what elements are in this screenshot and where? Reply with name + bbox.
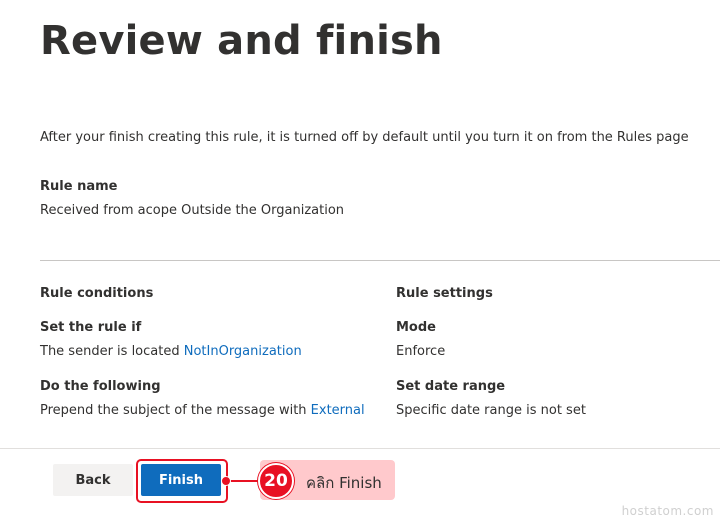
rule-name-value: Received from acope Outside the Organiza… [40, 203, 345, 218]
watermark: hostatom.com [621, 504, 714, 518]
back-button[interactable]: Back [53, 464, 133, 496]
rule-name-label: Rule name [40, 179, 118, 194]
set-rule-if-value: The sender is located NotInOrganization [40, 344, 302, 359]
rule-conditions-heading: Rule conditions [40, 286, 154, 301]
not-in-organization-link[interactable]: NotInOrganization [184, 344, 302, 359]
step-number-badge: 20 [258, 463, 294, 499]
intro-text: After your finish creating this rule, it… [40, 130, 689, 145]
set-rule-if-text: The sender is located [40, 344, 184, 359]
do-following-value: Prepend the subject of the message with … [40, 403, 365, 418]
mode-label: Mode [396, 320, 436, 335]
annotation-connector [226, 480, 260, 482]
annotation-text: คลิก Finish [306, 474, 382, 492]
footer-divider [0, 448, 720, 449]
rule-settings-heading: Rule settings [396, 286, 493, 301]
section-divider [40, 260, 720, 261]
annotation-dot [221, 476, 231, 486]
set-rule-if-label: Set the rule if [40, 320, 142, 335]
date-range-label: Set date range [396, 379, 506, 394]
external-link[interactable]: External [311, 403, 365, 418]
do-following-label: Do the following [40, 379, 161, 394]
mode-value: Enforce [396, 344, 446, 359]
finish-button[interactable]: Finish [141, 464, 221, 496]
date-range-value: Specific date range is not set [396, 403, 586, 418]
page-title: Review and finish [40, 18, 443, 64]
do-following-text: Prepend the subject of the message with [40, 403, 311, 418]
